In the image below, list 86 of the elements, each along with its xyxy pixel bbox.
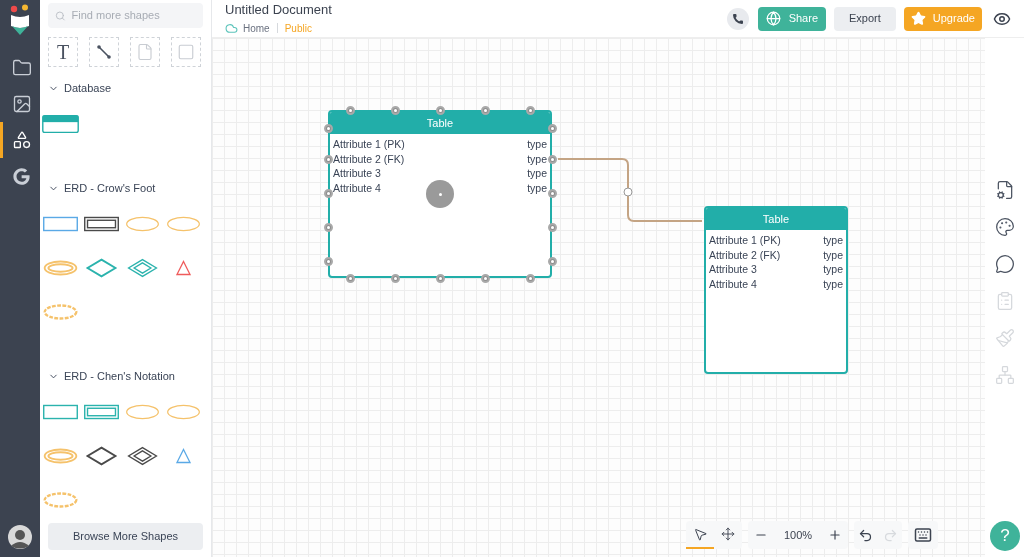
- attribute-name: Attribute 3: [709, 262, 757, 277]
- table-shape[interactable]: Table Attribute 1 (PK) type Attribute 2 (FK) type Attribute 3 type Attribute 4 type: [704, 206, 848, 374]
- resize-handle[interactable]: [323, 256, 333, 266]
- plus-icon: [828, 528, 843, 542]
- attribute-type: type: [823, 276, 843, 291]
- canvas[interactable]: Table Attribute 1 (PK) type Attribute 2 (FK) type Attribute 3 type Attribute 4 type Table Attribute 1 (PK) type Attribute 2 (FK) type Attribute 3 type Attribute 4 type 100%: [212, 38, 985, 557]
- resize-handle[interactable]: [435, 105, 445, 115]
- search-field[interactable]: Find more shapes: [48, 3, 203, 28]
- document-title: Untitled Document: [225, 1, 332, 18]
- resize-handle[interactable]: [345, 273, 355, 283]
- resize-handle[interactable]: [480, 105, 490, 115]
- attribute-name: Attribute 3: [333, 166, 381, 181]
- resize-handle[interactable]: [547, 222, 557, 232]
- resize-handle[interactable]: [525, 273, 535, 283]
- search-input[interactable]: Find more shapes: [71, 7, 196, 24]
- side-tool[interactable]: [994, 217, 1015, 237]
- zoom-in-button[interactable]: [828, 528, 843, 542]
- text-tool[interactable]: T: [48, 37, 78, 67]
- resize-handle[interactable]: [390, 273, 400, 283]
- undo-icon: [858, 527, 874, 543]
- globe-icon: [765, 11, 781, 26]
- attribute-type: type: [527, 166, 547, 181]
- square-icon: [177, 43, 195, 61]
- pointer-icon: [692, 526, 708, 542]
- attribute-name: Attribute 1 (PK): [333, 137, 405, 152]
- table-shape[interactable]: Table Attribute 1 (PK) type Attribute 2 (FK) type Attribute 3 type Attribute 4 type: [328, 110, 552, 278]
- call-button[interactable]: [726, 7, 749, 30]
- attribute-type: type: [823, 262, 843, 277]
- zoom-level: 100%: [784, 527, 813, 543]
- star-icon: [910, 11, 926, 26]
- connector-line[interactable]: [557, 158, 703, 222]
- browse-shapes-button[interactable]: Browse More Shapes: [48, 523, 203, 550]
- line-icon: [96, 44, 112, 60]
- section-header[interactable]: ERD - Chen's Notation: [40, 364, 175, 388]
- section-header[interactable]: Database: [40, 76, 112, 100]
- resize-handle[interactable]: [547, 154, 557, 164]
- comment-icon: [994, 254, 1015, 274]
- phone-icon: [731, 12, 744, 25]
- resize-handle[interactable]: [323, 123, 333, 133]
- keyboard-icon: [914, 526, 933, 544]
- page-icon: [136, 43, 154, 61]
- hierarchy-icon: [994, 365, 1015, 385]
- resize-handle[interactable]: [547, 188, 557, 198]
- shapes-icon: [11, 130, 32, 150]
- palette-icon: [994, 217, 1015, 237]
- attribute-type: type: [823, 247, 843, 262]
- resize-handle[interactable]: [323, 222, 333, 232]
- page-settings-icon: [994, 180, 1015, 200]
- attribute-type: type: [823, 233, 843, 248]
- attribute-name: Attribute 2 (FK): [709, 247, 781, 262]
- attribute-name: Attribute 1 (PK): [709, 233, 781, 248]
- attribute-type: type: [527, 180, 547, 195]
- table-header: Table: [330, 112, 550, 134]
- attribute-type: type: [527, 151, 547, 166]
- avatar[interactable]: [8, 525, 32, 549]
- attribute-type: type: [527, 137, 547, 152]
- export-button[interactable]: Export: [834, 6, 896, 31]
- resize-handle[interactable]: [390, 105, 400, 115]
- home-link[interactable]: Home: [243, 20, 270, 36]
- search-icon: [55, 9, 66, 22]
- g-icon: [13, 167, 30, 185]
- line-tool[interactable]: [89, 37, 119, 67]
- attribute-name: Attribute 4: [333, 180, 381, 195]
- section-header[interactable]: ERD - Crow's Foot: [40, 176, 156, 200]
- undo-button[interactable]: [858, 527, 874, 543]
- cloud-icon: [225, 21, 238, 35]
- resize-handle[interactable]: [480, 273, 490, 283]
- table-header: Table: [706, 208, 846, 230]
- redo-icon: [883, 527, 899, 543]
- logo-icon: [9, 4, 31, 36]
- attribute-name: Attribute 4: [709, 276, 757, 291]
- pan-icon: [721, 527, 735, 541]
- attribute-name: Attribute 2 (FK): [333, 151, 405, 166]
- keyboard-button[interactable]: [908, 521, 939, 549]
- resize-handle[interactable]: [547, 256, 557, 266]
- side-tool[interactable]: [994, 254, 1015, 274]
- resize-handle[interactable]: [547, 123, 557, 133]
- resize-handle[interactable]: [525, 105, 535, 115]
- image-icon: [11, 94, 32, 114]
- paintbrush-icon: [994, 328, 1015, 348]
- resize-handle[interactable]: [435, 273, 445, 283]
- resize-handle[interactable]: [345, 105, 355, 115]
- resize-handle[interactable]: [323, 154, 333, 164]
- resize-handle[interactable]: [323, 188, 333, 198]
- folder-icon: [11, 58, 32, 78]
- side-tool[interactable]: [994, 180, 1015, 200]
